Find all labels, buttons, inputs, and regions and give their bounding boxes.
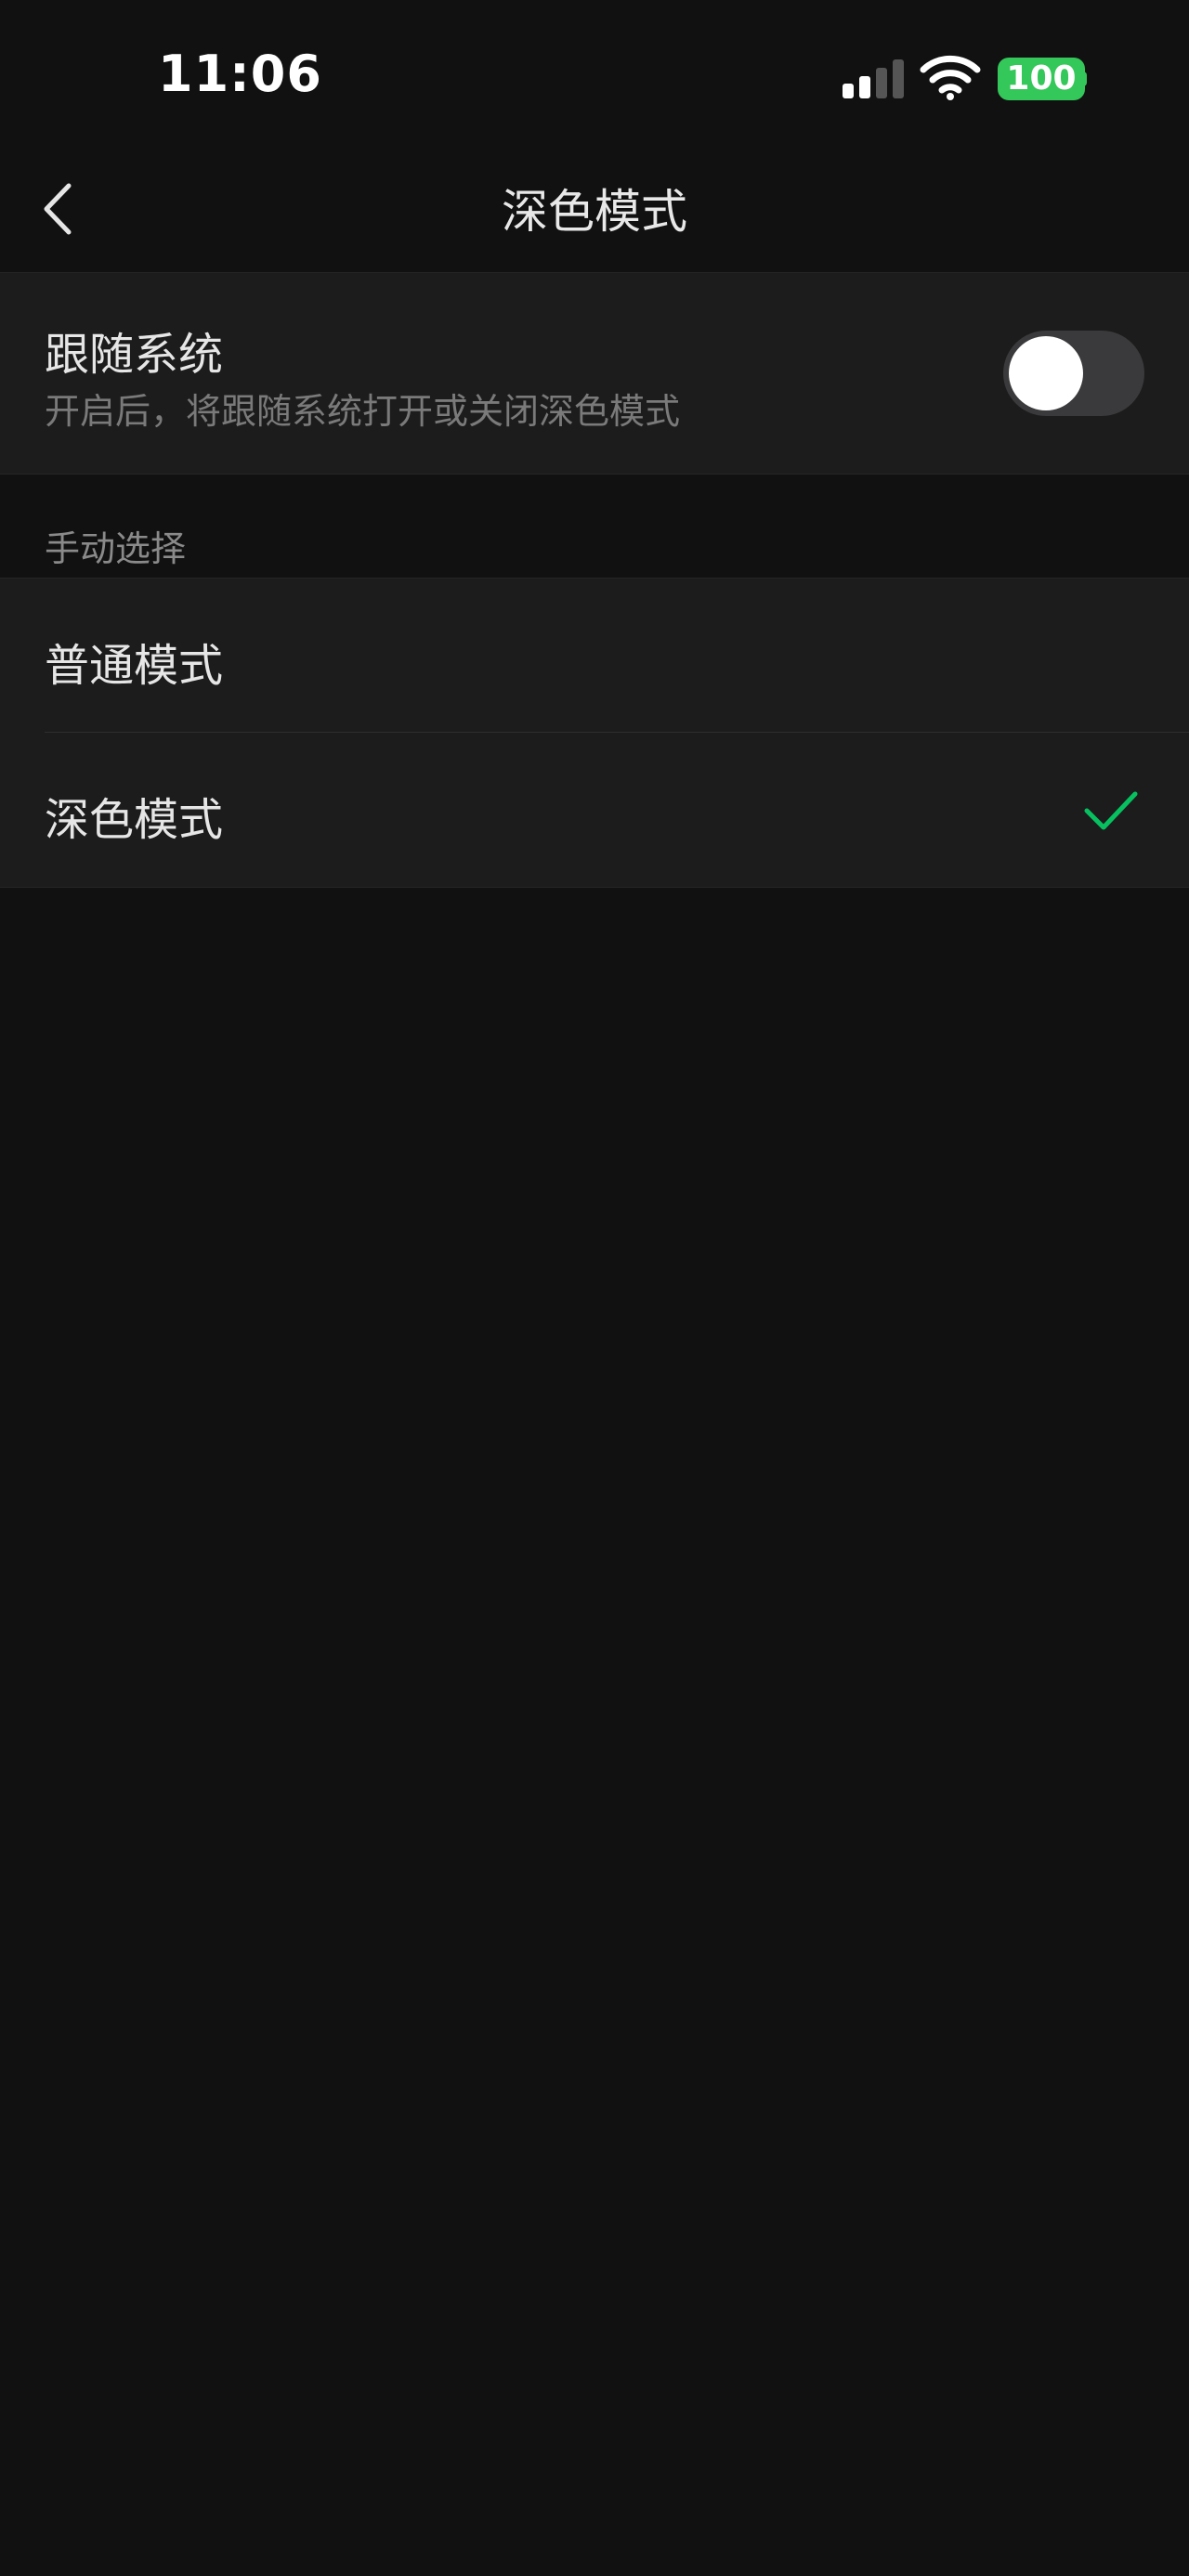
checkmark-icon [1084,791,1138,830]
follow-system-description: 开启后，将跟随系统打开或关闭深色模式 [45,391,681,432]
battery-indicator: 100 [998,58,1085,100]
option-normal-mode[interactable]: 普通模式 [0,579,1189,733]
follow-system-toggle[interactable] [1003,331,1144,416]
option-label: 深色模式 [45,794,224,846]
section-header-manual: 手动选择 [45,528,187,569]
status-time: 11:06 [158,45,322,103]
manual-options-list: 普通模式 深色模式 [0,578,1189,888]
navigation-bar: 深色模式 [0,139,1189,273]
page-title: 深色模式 [502,185,687,239]
option-label: 普通模式 [45,640,224,692]
option-dark-mode[interactable]: 深色模式 [0,733,1189,886]
status-bar: 11:06 100 [0,0,1189,139]
follow-system-title: 跟随系统 [45,329,224,381]
wifi-icon [920,55,981,100]
battery-cap [1081,72,1087,86]
cellular-signal-icon [843,59,904,98]
toggle-knob [1009,336,1083,410]
follow-system-row: 跟随系统 开启后，将跟随系统打开或关闭深色模式 [0,273,1189,475]
